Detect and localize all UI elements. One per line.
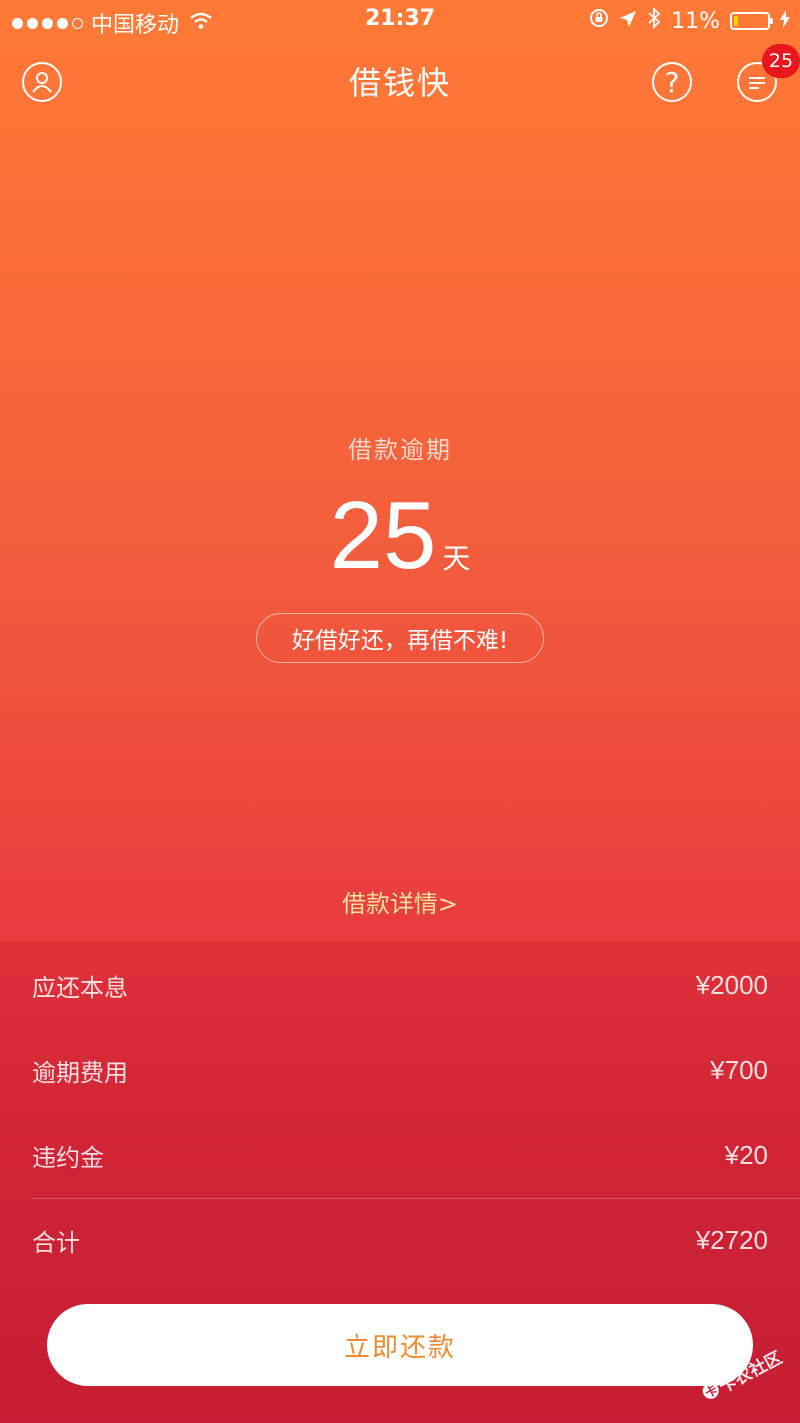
fee-value: ¥20 <box>724 1140 768 1170</box>
question-icon: ? <box>664 65 680 99</box>
battery-icon <box>730 12 773 30</box>
location-icon <box>619 9 637 34</box>
fee-value: ¥700 <box>710 1055 768 1085</box>
help-button[interactable]: ? <box>652 62 692 102</box>
message-count-badge: 25 <box>762 44 800 78</box>
overdue-days: 25 天 <box>0 488 800 584</box>
loan-overdue-screen: 中国移动 21:37 11% 借钱快 ? 25 借款逾期 25 天 好借好还，再… <box>0 0 800 1423</box>
status-right: 11% <box>589 6 790 35</box>
message-icon <box>749 77 765 89</box>
fee-row-overdue-fee: 逾期费用 ¥700 <box>32 1028 768 1113</box>
fee-value: ¥2000 <box>695 970 768 1000</box>
slogan-pill: 好借好还，再借不难! <box>256 613 544 663</box>
overdue-days-number: 25 <box>329 482 437 589</box>
status-bar: 中国移动 21:37 11% <box>0 0 800 40</box>
overdue-days-unit: 天 <box>442 542 471 575</box>
fee-row-principal-interest: 应还本息 ¥2000 <box>32 943 768 1028</box>
total-label: 合计 <box>32 1229 80 1257</box>
fee-row-total: 合计 ¥2720 <box>32 1198 768 1283</box>
fee-label: 违约金 <box>32 1144 104 1172</box>
orientation-lock-icon <box>589 8 609 34</box>
loan-details-link[interactable]: 借款详情> <box>0 884 800 919</box>
charging-icon <box>780 9 790 34</box>
bluetooth-icon <box>647 6 661 35</box>
repay-now-button[interactable]: 立即还款 <box>47 1304 753 1386</box>
total-value: ¥2720 <box>695 1225 768 1255</box>
battery-percent: 11% <box>671 8 720 34</box>
fee-label: 逾期费用 <box>32 1059 128 1087</box>
fee-label: 应还本息 <box>32 974 128 1002</box>
fee-row-penalty: 违约金 ¥20 <box>32 1113 768 1198</box>
overdue-label: 借款逾期 <box>348 436 452 464</box>
